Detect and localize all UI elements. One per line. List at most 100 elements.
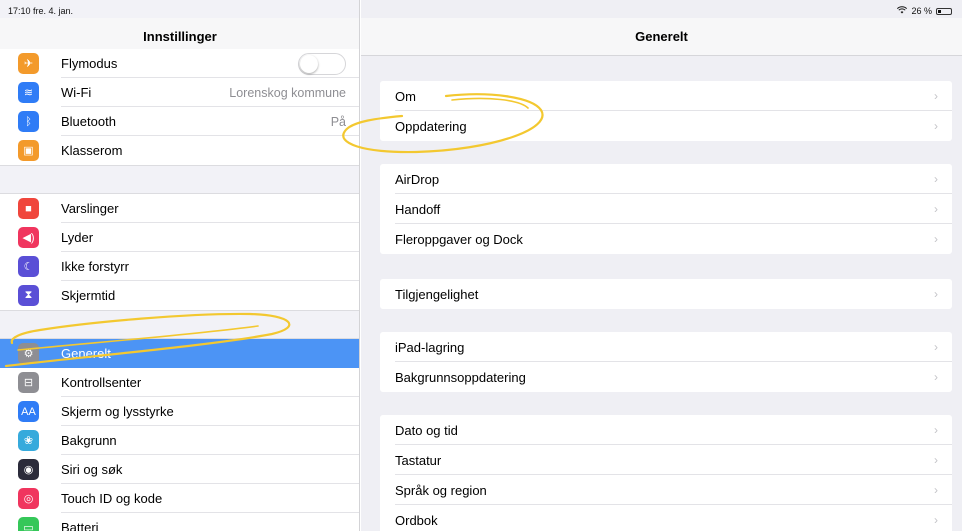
settings-row-tastatur[interactable]: Tastatur › — [380, 445, 952, 475]
sidebar-item-label: Skjerm og lysstyrke — [61, 404, 174, 419]
sidebar-item-label: Lyder — [61, 230, 94, 245]
sidebar-item-value: Lorenskog kommune — [229, 85, 346, 100]
sidebar-item-skjerm-og-lysstyrke[interactable]: AA Skjerm og lysstyrke — [0, 397, 359, 426]
settings-row-label: Fleroppgaver og Dock — [395, 231, 523, 247]
sidebar-item-label: Generelt — [61, 346, 111, 361]
sidebar-item-generelt[interactable]: ⚙ Generelt — [0, 339, 359, 368]
settings-row-tilgjengelighet[interactable]: Tilgjengelighet › — [380, 279, 952, 309]
sidebar-item-label: Varslinger — [61, 201, 119, 216]
settings-row-label: iPad-lagring — [395, 339, 465, 355]
battery-percent: 26 % — [911, 6, 932, 16]
sidebar-list: ✈ Flymodus ≋ Wi-Fi Lorenskog kommune ᛒ Bluetoo… — [0, 49, 359, 531]
sidebar-item-label: Batteri — [61, 520, 99, 531]
sounds-icon: ◀) — [18, 227, 39, 248]
sidebar-item-label: Ikke forstyrr — [61, 259, 129, 274]
settings-row-label: Dato og tid — [395, 422, 458, 438]
chevron-right-icon: › — [934, 89, 938, 103]
sidebar-group-1: ✈ Flymodus ≋ Wi-Fi Lorenskog kommune ᛒ Bluetoo… — [0, 49, 359, 165]
sidebar-item-label: Skjermtid — [61, 288, 116, 303]
sidebar-item-varslinger[interactable]: ■ Varslinger — [0, 194, 359, 223]
general-detail-pane: Generelt Om › Oppdatering › AirDrop › Handoff ›… — [361, 0, 962, 531]
notifications-icon: ■ — [18, 198, 39, 219]
battery-icon — [936, 7, 952, 15]
classroom-icon: ▣ — [18, 140, 39, 161]
settings-row-ipad-lagring[interactable]: iPad-lagring › — [380, 332, 952, 362]
chevron-right-icon: › — [934, 232, 938, 246]
sidebar-group-3: ⚙ Generelt ⊟ Kontrollsenter AA Skjerm og lyss… — [0, 339, 359, 531]
display-brightness-icon: AA — [18, 401, 39, 422]
settings-row-airdrop[interactable]: AirDrop › — [380, 164, 952, 194]
sidebar-item-value: På — [330, 114, 346, 129]
moon-icon: ☾ — [18, 256, 39, 277]
sidebar-item-bakgrunn[interactable]: ❀ Bakgrunn — [0, 426, 359, 455]
settings-row-label: AirDrop — [395, 171, 440, 187]
chevron-right-icon: › — [934, 483, 938, 497]
settings-row-label: Om — [395, 88, 416, 104]
sidebar-item-label: Klasserom — [61, 143, 123, 158]
sidebar-item-label: Siri og søk — [61, 462, 123, 477]
airplane-mode-toggle[interactable] — [298, 52, 346, 75]
settings-sidebar: Innstillinger ✈ Flymodus ≋ Wi-Fi Lorenskog k… — [0, 0, 360, 531]
wallpaper-icon: ❀ — [18, 430, 39, 451]
sidebar-item-label: Flymodus — [61, 56, 118, 71]
sidebar-item-siri-og-s-k[interactable]: ◉ Siri og søk — [0, 455, 359, 484]
sidebar-item-label: Bluetooth — [61, 114, 116, 129]
sidebar-item-batteri[interactable]: ▭ Batteri — [0, 513, 359, 531]
siri-icon: ◉ — [18, 459, 39, 480]
group-separator — [0, 310, 359, 339]
wifi-icon — [897, 6, 908, 16]
settings-row-label: Handoff — [395, 201, 441, 217]
airplane-icon: ✈ — [18, 53, 39, 74]
gear-icon: ⚙ — [18, 343, 39, 364]
fingerprint-icon: ◎ — [18, 488, 39, 509]
settings-group-3: Tilgjengelighet › — [380, 279, 952, 309]
chevron-right-icon: › — [934, 340, 938, 354]
sidebar-item-touch-id-og-kode[interactable]: ◎ Touch ID og kode — [0, 484, 359, 513]
settings-row-handoff[interactable]: Handoff › — [380, 194, 952, 224]
settings-group-1: Om › Oppdatering › — [380, 81, 952, 141]
toggle-knob — [300, 54, 318, 73]
settings-row-label: Tastatur — [395, 452, 442, 468]
battery-icon: ▭ — [18, 517, 39, 531]
sidebar-item-bluetooth[interactable]: ᛒ Bluetooth På — [0, 107, 359, 136]
detail-title: Generelt — [361, 18, 962, 56]
status-bar: 17:10 fre. 4. jan. 26 % — [0, 0, 962, 18]
sidebar-item-ikke-forstyrr[interactable]: ☾ Ikke forstyrr — [0, 252, 359, 281]
sidebar-item-kontrollsenter[interactable]: ⊟ Kontrollsenter — [0, 368, 359, 397]
chevron-right-icon: › — [934, 370, 938, 384]
sidebar-item-label: Wi-Fi — [61, 85, 92, 100]
group-separator — [0, 165, 359, 194]
chevron-right-icon: › — [934, 423, 938, 437]
sidebar-item-lyder[interactable]: ◀) Lyder — [0, 223, 359, 252]
settings-row-label: Oppdatering — [395, 118, 467, 134]
chevron-right-icon: › — [934, 172, 938, 186]
wifi-icon: ≋ — [18, 82, 39, 103]
settings-row-ordbok[interactable]: Ordbok › — [380, 505, 952, 531]
settings-row-fleroppgaver-og-dock[interactable]: Fleroppgaver og Dock › — [380, 224, 952, 254]
chevron-right-icon: › — [934, 202, 938, 216]
sidebar-item-label: Touch ID og kode — [61, 491, 163, 506]
status-right: 26 % — [897, 6, 952, 16]
sidebar-item-label: Bakgrunn — [61, 433, 117, 448]
control-center-icon: ⊟ — [18, 372, 39, 393]
sidebar-item-flymodus[interactable]: ✈ Flymodus — [0, 49, 359, 78]
settings-row-oppdatering[interactable]: Oppdatering › — [380, 111, 952, 141]
sidebar-item-label: Kontrollsenter — [61, 375, 142, 390]
sidebar-item-wi-fi[interactable]: ≋ Wi-Fi Lorenskog kommune — [0, 78, 359, 107]
settings-row-bakgrunnsoppdatering[interactable]: Bakgrunnsoppdatering › — [380, 362, 952, 392]
settings-group-2: AirDrop › Handoff › Fleroppgaver og Dock › — [380, 164, 952, 254]
settings-row-label: Bakgrunnsoppdatering — [395, 369, 526, 385]
battery-level — [938, 9, 941, 13]
settings-row-spra-k-og-region[interactable]: Språk og region › — [380, 475, 952, 505]
sidebar-group-2: ■ Varslinger ◀) Lyder ☾ Ikke forstyrr ⧗ Skjermt… — [0, 194, 359, 310]
settings-row-dato-og-tid[interactable]: Dato og tid › — [380, 415, 952, 445]
settings-group-5: Dato og tid › Tastatur › Språk og region › Ord… — [380, 415, 952, 531]
settings-row-label: Språk og region — [395, 482, 487, 498]
chevron-right-icon: › — [934, 453, 938, 467]
sidebar-item-klasserom[interactable]: ▣ Klasserom — [0, 136, 359, 165]
sidebar-item-skjermtid[interactable]: ⧗ Skjermtid — [0, 281, 359, 310]
bluetooth-icon: ᛒ — [18, 111, 39, 132]
hourglass-icon: ⧗ — [18, 285, 39, 306]
settings-row-om[interactable]: Om › — [380, 81, 952, 111]
chevron-right-icon: › — [934, 513, 938, 527]
